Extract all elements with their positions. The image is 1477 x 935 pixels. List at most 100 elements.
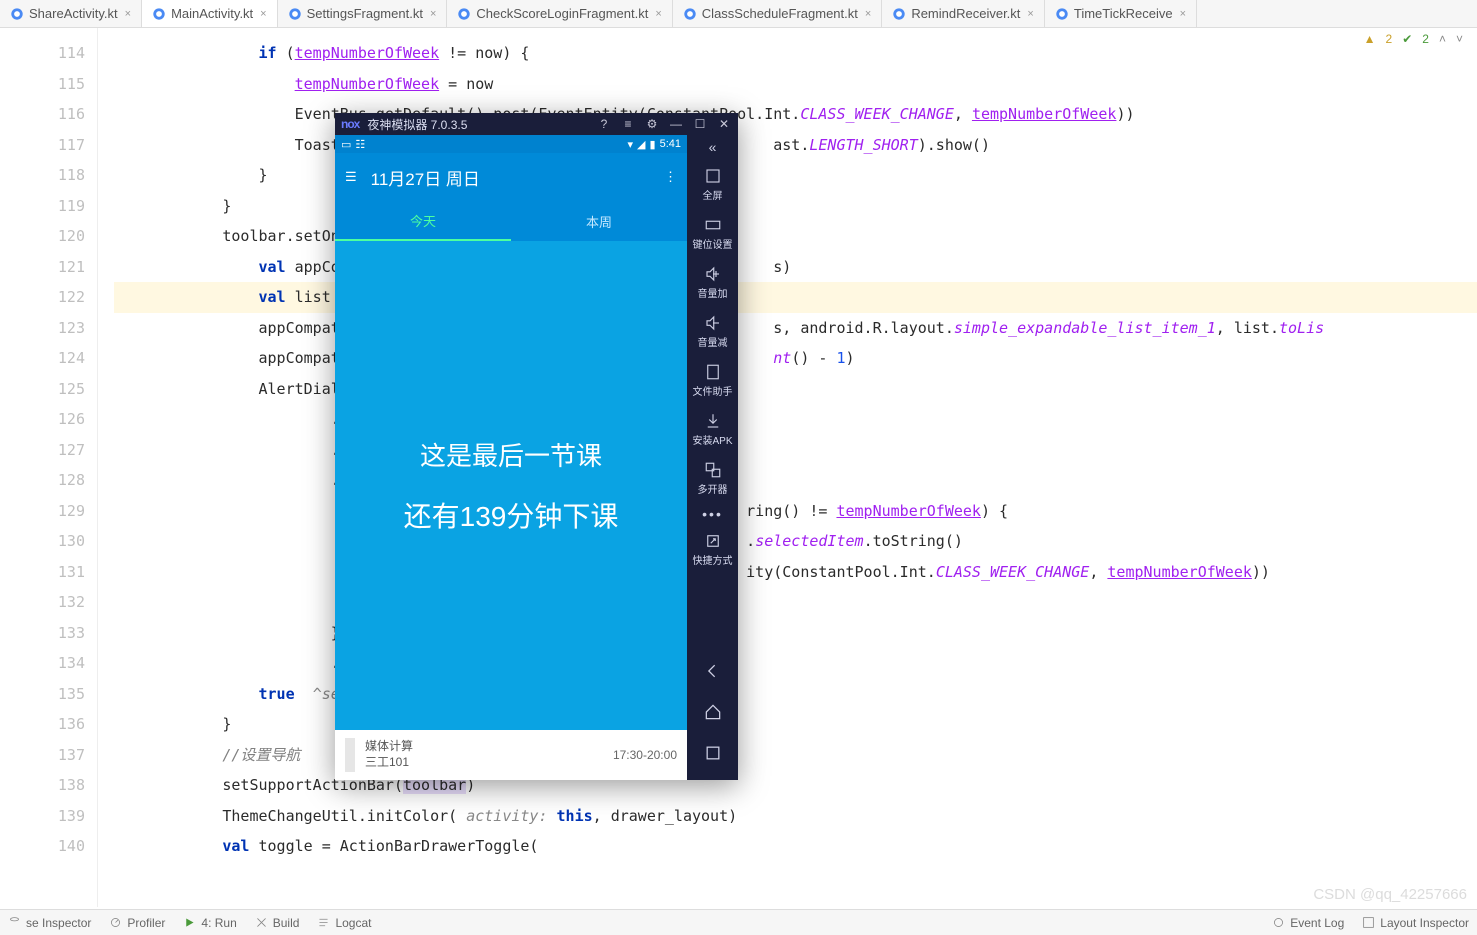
line-number: 128 [0, 465, 85, 496]
code-line[interactable]: } [114, 160, 1477, 191]
code-line[interactable]: //设置导航 [114, 740, 1477, 771]
code-area[interactable]: if (tempNumberOfWeek != now) { tempNumbe… [98, 28, 1477, 907]
close-tab-icon[interactable]: × [655, 8, 661, 20]
help-icon[interactable]: ? [596, 117, 612, 131]
code-line[interactable]: tempNumberOfWeek = now [114, 69, 1477, 100]
code-line[interactable]: if (tempNumberOfWeek != now) { [114, 38, 1477, 69]
tool-database-inspector[interactable]: se Inspector [8, 916, 91, 930]
close-icon[interactable]: ✕ [716, 117, 732, 131]
tool-build[interactable]: Build [255, 916, 300, 930]
code-line[interactable]: EventBus.getDefault().post(EventEntity(C… [114, 99, 1477, 130]
line-number: 118 [0, 160, 85, 191]
code-line[interactable]: Toast.m ast.LENGTH_SHORT).show() [114, 130, 1477, 161]
code-line[interactable]: ring() != tempNumberOfWeek) { [114, 496, 1477, 527]
close-tab-icon[interactable]: × [430, 8, 436, 20]
tab-label: ClassScheduleFragment.kt [702, 6, 858, 21]
line-number: 120 [0, 221, 85, 252]
tool-run[interactable]: 4: Run [183, 916, 236, 930]
code-line[interactable]: ity(ConstantPool.Int.CLASS_WEEK_CHANGE, … [114, 557, 1477, 588]
close-tab-icon[interactable]: × [1180, 8, 1186, 20]
code-line[interactable]: .se [114, 435, 1477, 466]
overflow-menu-icon[interactable]: ⋮ [664, 169, 677, 185]
close-tab-icon[interactable]: × [1027, 8, 1033, 20]
side-installapk[interactable]: 安装APK [687, 408, 738, 451]
sidebar-collapse-icon[interactable]: « [709, 139, 717, 157]
side-multi[interactable]: 多开器 [687, 457, 738, 500]
code-line[interactable]: } [114, 709, 1477, 740]
nav-recent-icon[interactable] [703, 743, 723, 766]
battery-icon: ▮ [650, 138, 656, 151]
file-tab[interactable]: SettingsFragment.kt× [278, 0, 448, 27]
close-tab-icon[interactable]: × [125, 8, 131, 20]
card-room: 三工101 [365, 755, 413, 771]
code-line[interactable]: .se [114, 465, 1477, 496]
code-line[interactable]: true ^setOn [114, 679, 1477, 710]
code-line[interactable]: val appComp s) [114, 252, 1477, 283]
line-number: 130 [0, 526, 85, 557]
emulator-window: nox 夜神模拟器 7.0.3.5 ? ≡ ⚙ — ☐ ✕ ▭ ☷ ▾ ◢ ▮ … [335, 113, 738, 780]
kotlin-file-icon [892, 7, 906, 21]
device-screen[interactable]: ▭ ☷ ▾ ◢ ▮ 5:41 ☰ 11月27日 周日 ⋮ 今天 本周 [335, 135, 687, 780]
code-line[interactable]: ThemeChangeUtil.initColor( activity: thi… [114, 801, 1477, 832]
file-tab[interactable]: ClassScheduleFragment.kt × [673, 0, 883, 27]
side-volume-up[interactable]: 音量加 [687, 261, 738, 304]
line-number: 123 [0, 313, 85, 344]
close-tab-icon[interactable]: × [260, 8, 266, 20]
line-number: 135 [0, 679, 85, 710]
code-line[interactable]: } [114, 191, 1477, 222]
nox-logo: nox [341, 117, 359, 131]
code-line[interactable]: appCompatSp s, android.R.layout.simple_e… [114, 313, 1477, 344]
code-line[interactable]: } [114, 618, 1477, 649]
minimize-icon[interactable]: — [668, 117, 684, 131]
line-number: 117 [0, 130, 85, 161]
line-number: 133 [0, 618, 85, 649]
code-line[interactable]: AlertDialog [114, 374, 1477, 405]
tool-profiler[interactable]: Profiler [109, 916, 165, 930]
file-tab[interactable]: TimeTickReceive × [1045, 0, 1197, 27]
nav-back-icon[interactable] [703, 661, 723, 684]
kotlin-file-icon [457, 7, 471, 21]
code-line[interactable]: .selectedItem.toString() [114, 526, 1477, 557]
menu-icon[interactable]: ≡ [620, 117, 636, 131]
code-line[interactable]: val list = [114, 282, 1477, 313]
code-line[interactable] [114, 587, 1477, 618]
code-line[interactable]: toolbar.setOnLo [114, 221, 1477, 252]
class-card[interactable]: 媒体计算 三工101 17:30-20:00 [335, 730, 687, 780]
line-number: 132 [0, 587, 85, 618]
side-shortcut[interactable]: 快捷方式 [687, 528, 738, 571]
file-tab[interactable]: RemindReceiver.kt× [882, 0, 1045, 27]
tab-today[interactable]: 今天 [335, 201, 511, 241]
line-number: 127 [0, 435, 85, 466]
file-tab[interactable]: CheckScoreLoginFragment.kt× [447, 0, 672, 27]
app-toolbar: ☰ 11月27日 周日 ⋮ [335, 153, 687, 201]
code-line[interactable]: setSupportActionBar(toolbar) [114, 770, 1477, 801]
maximize-icon[interactable]: ☐ [692, 117, 708, 131]
side-volume-down[interactable]: 音量减 [687, 310, 738, 353]
side-more-icon[interactable]: ••• [702, 506, 723, 522]
settings-icon[interactable]: ⚙ [644, 117, 660, 131]
code-line[interactable]: val toggle = ActionBarDrawerToggle( [114, 831, 1477, 862]
line-number: 129 [0, 496, 85, 527]
file-tab[interactable]: ShareActivity.kt× [0, 0, 142, 27]
line-number: 121 [0, 252, 85, 283]
headline-1: 这是最后一节课 [420, 436, 602, 473]
tool-layout-inspector[interactable]: Layout Inspector [1362, 916, 1469, 930]
file-tab[interactable]: MainActivity.kt× [142, 0, 278, 27]
side-keymap[interactable]: 键位设置 [687, 212, 738, 255]
side-fullscreen[interactable]: 全屏 [687, 163, 738, 206]
code-line[interactable]: .sh [114, 648, 1477, 679]
tool-logcat[interactable]: Logcat [317, 916, 371, 930]
close-tab-icon[interactable]: × [865, 8, 871, 20]
code-line[interactable]: appCompatSp nt() - 1) [114, 343, 1477, 374]
hamburger-icon[interactable]: ☰ [345, 169, 357, 185]
nav-home-icon[interactable] [703, 702, 723, 725]
code-line[interactable]: .se [114, 404, 1477, 435]
emulator-titlebar[interactable]: nox 夜神模拟器 7.0.3.5 ? ≡ ⚙ — ☐ ✕ [335, 113, 738, 135]
side-filehelper[interactable]: 文件助手 [687, 359, 738, 402]
code-editor: 1141151161171181191201211221231241251261… [0, 28, 1477, 907]
tab-week[interactable]: 本周 [511, 201, 687, 241]
tab-label: TimeTickReceive [1074, 6, 1173, 21]
line-number: 126 [0, 404, 85, 435]
emulator-sidebar: « 全屏 键位设置 音量加 音量减 文件助手 安装APK 多开器 ••• 快捷方… [687, 135, 738, 780]
tool-eventlog[interactable]: Event Log [1272, 916, 1344, 930]
